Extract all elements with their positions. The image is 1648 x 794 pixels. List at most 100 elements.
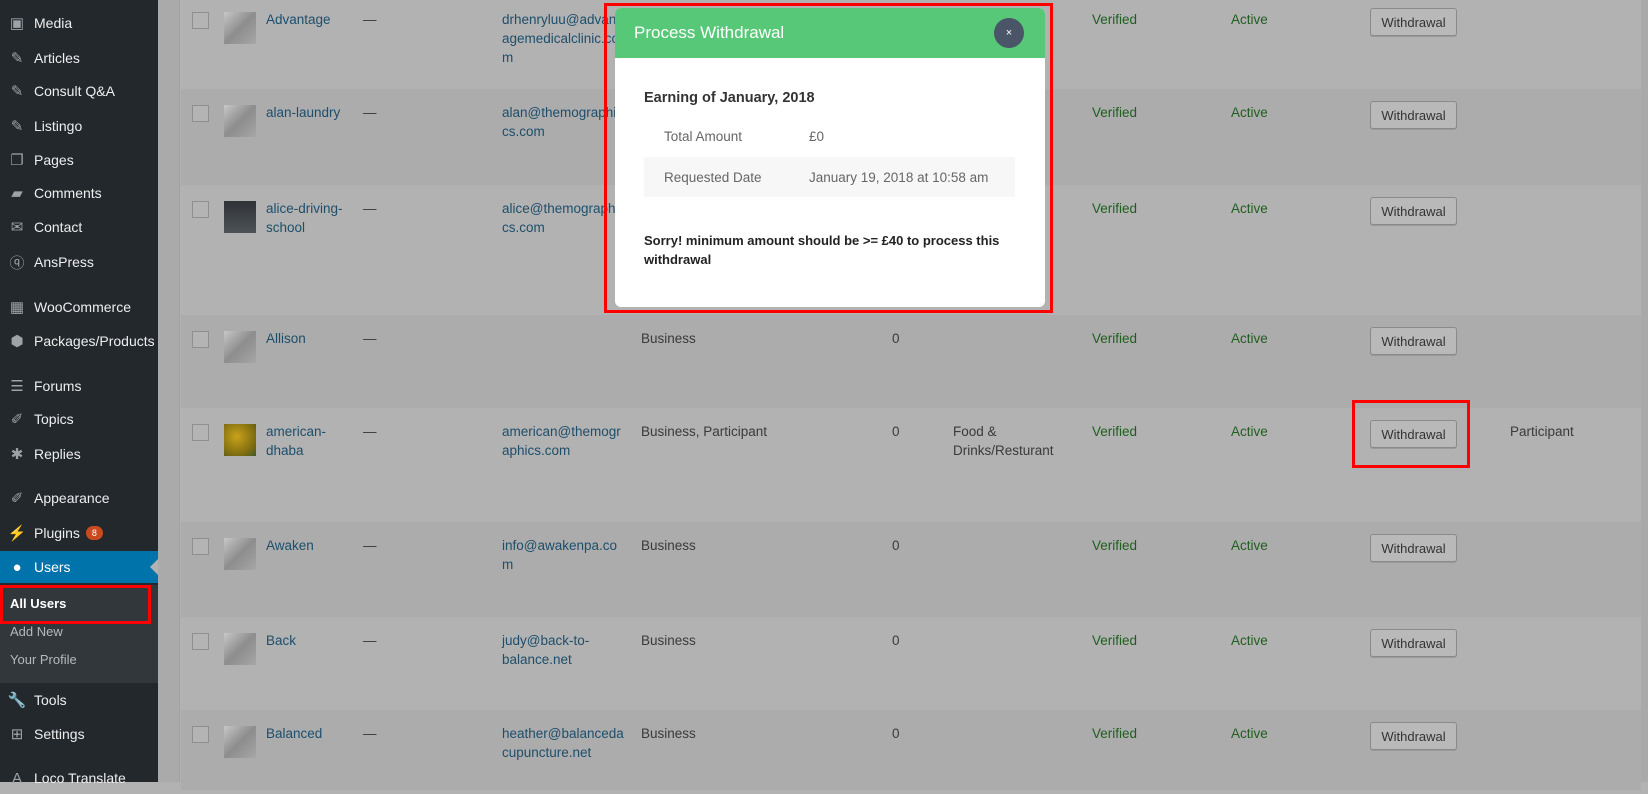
user-status: Active: [1231, 726, 1268, 741]
user-avatar: [224, 105, 256, 137]
user-name[interactable]: alan-laundry: [266, 103, 346, 122]
close-button[interactable]: ×: [994, 18, 1024, 48]
user-name[interactable]: Awaken: [266, 536, 346, 555]
menu-item-tools[interactable]: 🔧 Tools: [0, 684, 158, 716]
content-gutter: [158, 0, 180, 782]
menu-item-media[interactable]: ▣ Media: [0, 7, 158, 39]
menu-item-anspress[interactable]: ⓠ AnsPress: [0, 246, 158, 278]
user-type: Business: [641, 331, 696, 346]
menu-item-loco-translate[interactable]: A Loco Translate: [0, 762, 158, 794]
withdrawal-button[interactable]: Withdrawal: [1370, 101, 1457, 129]
user-name[interactable]: american-dhaba: [266, 422, 346, 460]
user-email[interactable]: alice@themographi cs.com: [502, 199, 632, 237]
user-avatar: [224, 12, 256, 44]
plug-icon: ⚡: [7, 525, 27, 542]
user-row: Allison — Business 0 Verified Active Withdrawa…: [181, 315, 1641, 408]
user-icon: ●: [12, 558, 22, 576]
menu-item-forums[interactable]: ☰ Forums: [0, 370, 158, 402]
row-checkbox[interactable]: [192, 12, 209, 29]
menu-item-users[interactable]: ● Users: [0, 551, 158, 583]
menu-item-articles[interactable]: ✎ Articles: [0, 42, 158, 74]
box-icon: ⬢: [10, 333, 24, 350]
user-name[interactable]: alice-driving-school: [266, 199, 346, 237]
user-dash: —: [363, 424, 377, 439]
user-verified: Verified: [1092, 633, 1138, 648]
user-email[interactable]: judy@back-to- balance.net: [502, 631, 632, 669]
menu-label: AnsPress: [34, 254, 94, 270]
withdrawal-button[interactable]: Withdrawal: [1370, 534, 1457, 562]
withdrawal-button[interactable]: Withdrawal: [1370, 629, 1457, 657]
user-dash: —: [363, 538, 377, 553]
user-avatar: [224, 538, 256, 570]
pin-icon: ✎: [10, 118, 24, 135]
user-status: Active: [1231, 633, 1268, 648]
menu-item-pages[interactable]: ❐ Pages: [0, 144, 158, 176]
user-name[interactable]: Advantage: [266, 10, 346, 29]
submenu-your-profile[interactable]: Your Profile: [10, 652, 77, 667]
woo-icon: ▦: [9, 299, 25, 316]
row-checkbox[interactable]: [192, 105, 209, 122]
withdrawal-button[interactable]: Withdrawal: [1370, 197, 1457, 225]
row-checkbox[interactable]: [192, 424, 209, 441]
menu-label: Replies: [34, 446, 81, 462]
menu-item-contact[interactable]: ✉ Contact: [0, 211, 158, 243]
menu-label: Settings: [34, 726, 85, 742]
user-dash: —: [363, 105, 377, 120]
menu-item-appearance[interactable]: ✐ Appearance: [0, 482, 158, 514]
pin-icon: ✎: [10, 50, 24, 67]
total-amount-row: Total Amount £0: [644, 116, 1015, 156]
row-checkbox[interactable]: [192, 726, 209, 743]
menu-item-woocommerce[interactable]: ▦ WooCommerce: [0, 291, 158, 323]
menu-item-replies[interactable]: ✱ Replies: [0, 438, 158, 470]
user-status: Active: [1231, 105, 1268, 120]
user-verified: Verified: [1092, 201, 1138, 216]
user-email[interactable]: heather@balanceda cupuncture.net: [502, 724, 632, 762]
menu-label: Loco Translate: [34, 770, 126, 786]
row-checkbox[interactable]: [192, 331, 209, 348]
user-email[interactable]: alan@themographi cs.com: [502, 103, 632, 141]
row-checkbox[interactable]: [192, 201, 209, 218]
menu-label: Plugins: [34, 525, 80, 541]
menu-item-listingo[interactable]: ✎ Listingo: [0, 110, 158, 142]
user-count: 0: [892, 633, 900, 648]
withdrawal-button[interactable]: Withdrawal: [1370, 327, 1457, 355]
mail-icon: ✉: [10, 219, 24, 236]
scrollbar[interactable]: [1641, 0, 1648, 782]
menu-item-packages-products[interactable]: ⬢ Packages/Products: [0, 325, 158, 357]
menu-item-plugins[interactable]: ⚡ Plugins 8: [0, 517, 158, 549]
earning-heading: Earning of January, 2018: [644, 90, 815, 106]
menu-item-settings[interactable]: ⊞ Settings: [0, 718, 158, 750]
user-email[interactable]: american@themogr aphics.com: [502, 422, 632, 460]
user-status: Active: [1231, 12, 1268, 27]
withdrawal-button[interactable]: Withdrawal: [1370, 722, 1457, 750]
user-email[interactable]: info@awakenpa.co m: [502, 536, 632, 574]
user-name[interactable]: Balanced: [266, 724, 346, 743]
user-email[interactable]: drhenryluu@advant agemedicalclinic.co m: [502, 10, 632, 67]
withdrawal-button[interactable]: Withdrawal: [1370, 420, 1457, 448]
menu-item-comments[interactable]: ▰ Comments: [0, 177, 158, 209]
user-dash: —: [363, 726, 377, 741]
row-checkbox[interactable]: [192, 538, 209, 555]
submenu-all-users[interactable]: All Users: [10, 596, 66, 611]
user-name[interactable]: Allison: [266, 329, 346, 348]
user-avatar: [224, 331, 256, 363]
row-checkbox[interactable]: [192, 633, 209, 650]
pin-icon: ✎: [10, 83, 24, 100]
menu-label: Listingo: [34, 118, 83, 134]
user-row: Balanced — heather@balanceda cupuncture.ne…: [181, 710, 1641, 790]
user-type: Business: [641, 633, 696, 648]
user-row: Back — judy@back-to- balance.net Business 0 V…: [181, 617, 1641, 710]
requested-date-row: Requested Date January 19, 2018 at 10:58 …: [644, 157, 1015, 197]
user-dash: —: [363, 12, 377, 27]
menu-item-topics[interactable]: ✐ Topics: [0, 403, 158, 435]
menu-label: Tools: [34, 692, 67, 708]
user-type: Business, Participant: [641, 424, 768, 439]
menu-item-consult-q-a[interactable]: ✎ Consult Q&A: [0, 75, 158, 107]
user-name[interactable]: Back: [266, 631, 346, 650]
submenu-add-new[interactable]: Add New: [10, 624, 63, 639]
brush-icon: ✐: [10, 490, 24, 507]
replies-icon: ✱: [10, 446, 24, 463]
user-row: american-dhaba — american@themogr aphics.c…: [181, 408, 1641, 522]
modal-title: Process Withdrawal: [634, 23, 785, 42]
withdrawal-button[interactable]: Withdrawal: [1370, 8, 1457, 36]
